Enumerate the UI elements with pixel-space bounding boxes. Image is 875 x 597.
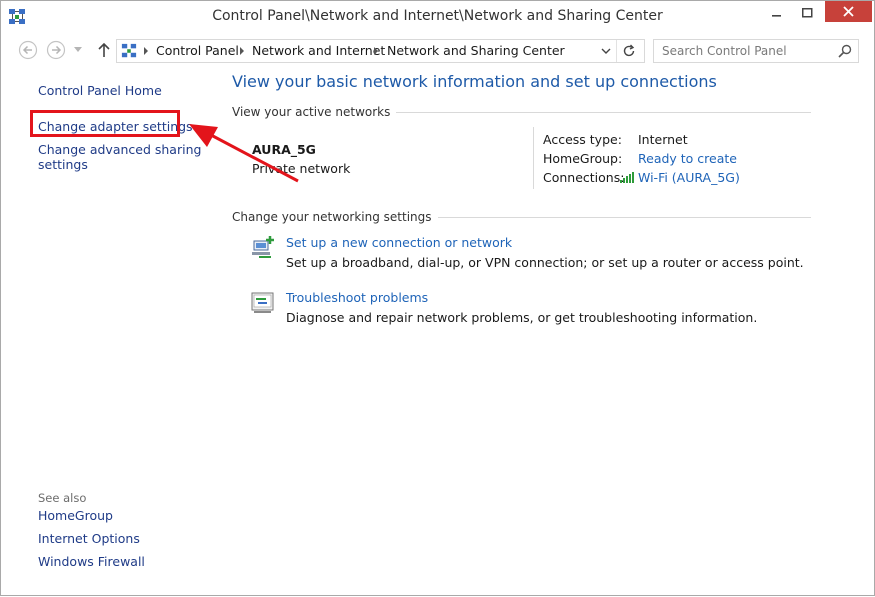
breadcrumb-network-and-sharing-center[interactable]: Network and Sharing Center — [387, 43, 565, 58]
page-title: View your basic network information and … — [232, 72, 717, 91]
chevron-right-icon — [240, 47, 244, 55]
sidebar: Control Panel Home Change adapter settin… — [1, 65, 216, 593]
chevron-right-icon — [144, 47, 148, 55]
advanced-sharing-line-1: Change advanced sharing — [38, 142, 202, 157]
refresh-icon[interactable] — [622, 44, 636, 58]
up-arrow-icon — [98, 42, 110, 57]
forward-arrow-icon — [46, 40, 66, 60]
close-button[interactable] — [825, 1, 872, 22]
maximize-button[interactable] — [793, 1, 821, 25]
address-bar[interactable]: Control Panel Network and Internet Netwo… — [116, 39, 645, 63]
back-arrow-icon — [18, 40, 38, 60]
see-also-homegroup-link[interactable]: HomeGroup — [38, 508, 113, 523]
window: Control Panel\Network and Internet\Netwo… — [0, 0, 875, 596]
advanced-sharing-line-2: settings — [38, 157, 88, 172]
wifi-connection-name: Wi-Fi (AURA_5G) — [638, 170, 740, 185]
active-networks-label: View your active networks — [232, 105, 397, 119]
forward-button[interactable] — [46, 40, 66, 60]
navigation-bar: Control Panel Network and Internet Netwo… — [1, 35, 874, 65]
network-type: Private network — [252, 161, 351, 176]
setup-new-connection-description: Set up a broadband, dial-up, or VPN conn… — [286, 255, 804, 270]
setup-new-connection-link[interactable]: Set up a new connection or network — [286, 235, 512, 250]
divider — [533, 127, 534, 189]
troubleshoot-problems-link[interactable]: Troubleshoot problems — [286, 290, 428, 305]
chevron-right-icon — [374, 47, 378, 55]
chevron-down-icon — [74, 47, 82, 52]
connections-label: Connections: — [543, 170, 625, 185]
troubleshoot-icon — [251, 292, 274, 313]
breadcrumb-network-and-internet[interactable]: Network and Internet — [252, 43, 385, 58]
network-name: AURA_5G — [252, 142, 316, 157]
maximize-icon — [801, 7, 812, 17]
access-type-label: Access type: — [543, 132, 622, 147]
main-content: View your basic network information and … — [216, 65, 874, 593]
see-also-label: See also — [38, 491, 87, 505]
see-also-internet-options-link[interactable]: Internet Options — [38, 531, 140, 546]
chevron-down-icon[interactable] — [601, 48, 611, 55]
minimize-button[interactable] — [763, 1, 791, 25]
homegroup-ready-link[interactable]: Ready to create — [638, 151, 737, 166]
recent-locations-button[interactable] — [71, 40, 85, 60]
breadcrumb-control-panel[interactable]: Control Panel — [156, 43, 239, 58]
search-input[interactable] — [662, 42, 827, 60]
up-button[interactable] — [94, 40, 114, 60]
close-icon — [843, 6, 854, 17]
wifi-connection-link[interactable]: Wi-Fi (AURA_5G) — [620, 170, 740, 185]
search-box[interactable] — [653, 39, 859, 63]
new-connection-icon — [252, 236, 274, 258]
title-bar: Control Panel\Network and Internet\Netwo… — [1, 1, 874, 33]
back-button[interactable] — [18, 40, 38, 60]
change-settings-label: Change your networking settings — [232, 210, 438, 224]
wifi-signal-icon — [620, 172, 634, 183]
network-center-icon — [121, 43, 137, 58]
minimize-icon — [772, 15, 781, 17]
window-title: Control Panel\Network and Internet\Netwo… — [212, 8, 663, 24]
change-advanced-sharing-settings-link[interactable]: Change advanced sharing settings — [38, 142, 201, 172]
annotation-highlight-box — [30, 110, 180, 137]
search-icon[interactable] — [838, 44, 852, 58]
troubleshoot-problems-description: Diagnose and repair network problems, or… — [286, 310, 758, 325]
control-panel-home-link[interactable]: Control Panel Home — [38, 83, 162, 98]
see-also-windows-firewall-link[interactable]: Windows Firewall — [38, 554, 145, 569]
homegroup-label: HomeGroup: — [543, 151, 623, 166]
access-type-value: Internet — [638, 132, 688, 147]
